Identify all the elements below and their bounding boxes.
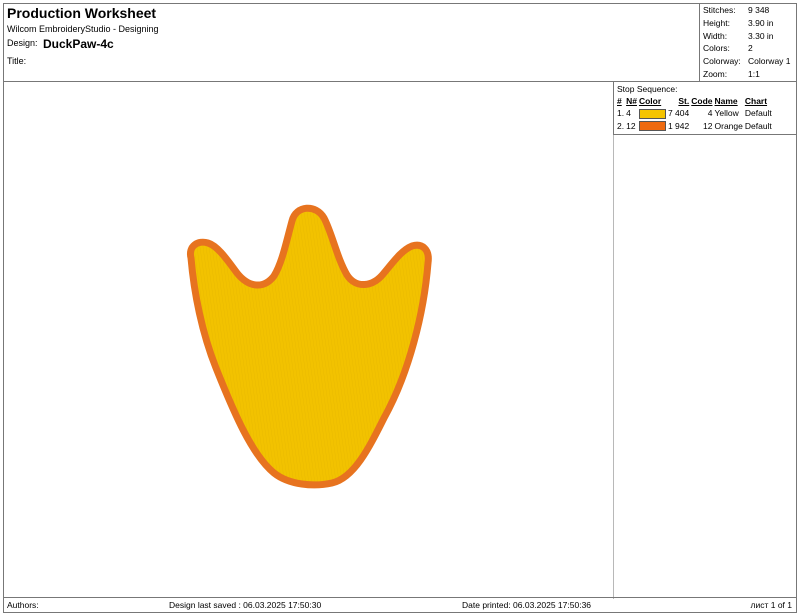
table-row: 1. 4 7 404 4 Yellow Default (617, 107, 774, 120)
worksheet-title: Production Worksheet (7, 5, 157, 21)
worksheet-header: Production Worksheet Wilcom EmbroiderySt… (4, 4, 796, 82)
col-stitches: St. (678, 96, 690, 106)
design-stats: Stitches: 9 348 Height: 3.90 in Width: 3.30… (699, 4, 797, 81)
design-preview (4, 83, 613, 599)
row-stitches: 7 404 (667, 108, 690, 118)
stat-stitches: Stitches: 9 348 (703, 4, 797, 17)
stat-value: 3.30 in (748, 30, 774, 41)
stat-zoom: Zoom: 1:1 (703, 68, 797, 81)
row-chart: Default (744, 120, 772, 131)
row-code: 12 (703, 120, 713, 131)
stat-value: Colorway 1 (748, 56, 791, 67)
last-saved-date: Design last saved : 06.03.2025 17:50:30 (169, 600, 322, 610)
row-color (638, 107, 668, 120)
col-number: N# (626, 96, 637, 106)
col-name: Name (714, 96, 738, 106)
stop-sequence-panel: Stop Sequence: # N# Color St. Code Name … (613, 82, 797, 135)
stat-label: Width: (703, 30, 728, 41)
authors-label: Authors: (7, 600, 39, 610)
stat-label: Height: (703, 17, 730, 28)
printed-date: Date printed: 06.03.2025 17:50:36 (462, 600, 592, 610)
col-color: Color (638, 96, 662, 106)
panel-divider (613, 135, 614, 599)
stop-sequence-table: # N# Color St. Code Name Chart 1. 4 7 40… (617, 95, 774, 132)
col-code: Code (691, 96, 713, 106)
table-header-row: # N# Color St. Code Name Chart (617, 95, 774, 107)
page-number: лист 1 of 1 (750, 600, 792, 610)
row-index: 1. (617, 108, 625, 118)
stat-width: Width: 3.30 in (703, 30, 797, 43)
col-chart: Chart (744, 96, 768, 106)
production-worksheet: Production Worksheet Wilcom EmbroiderySt… (3, 3, 797, 613)
duck-paw-embroidery (186, 204, 432, 489)
stat-label: Colors: (703, 43, 730, 54)
stat-label: Stitches: (703, 5, 736, 15)
design-name: DuckPaw-4c (43, 37, 114, 51)
row-stitches: 1 942 (667, 120, 690, 131)
row-name: Orange (714, 120, 743, 131)
row-code: 4 (707, 108, 713, 118)
stat-value: 9 348 (748, 5, 770, 15)
stat-colorway: Colorway: Colorway 1 (703, 55, 797, 68)
color-swatch (638, 108, 666, 119)
stop-sequence-title: Stop Sequence: (617, 84, 678, 94)
row-chart: Default (744, 108, 772, 118)
title-label: Title: (7, 56, 27, 66)
stat-height: Height: 3.90 in (703, 17, 797, 30)
row-index: 2. (617, 120, 625, 131)
stat-value: 1:1 (748, 68, 760, 79)
stat-value: 2 (748, 43, 753, 54)
col-index: # (617, 96, 622, 106)
design-label: Design: (7, 38, 38, 48)
stat-label: Zoom: (703, 68, 728, 79)
worksheet-footer: Authors: Design last saved : 06.03.2025 … (4, 597, 796, 612)
application-name: Wilcom EmbroideryStudio - Designing (7, 24, 159, 34)
stat-colors: Colors: 2 (703, 42, 797, 55)
stat-value: 3.90 in (748, 17, 774, 28)
stat-label: Colorway: (703, 56, 741, 67)
row-color (638, 120, 668, 133)
row-name: Yellow (714, 108, 739, 118)
table-row: 2. 12 1 942 12 Orange Default (617, 120, 774, 133)
paw-outline-stitch (186, 204, 432, 489)
row-number: 4 (626, 108, 631, 118)
row-number: 12 (626, 120, 636, 131)
color-swatch (638, 121, 666, 132)
